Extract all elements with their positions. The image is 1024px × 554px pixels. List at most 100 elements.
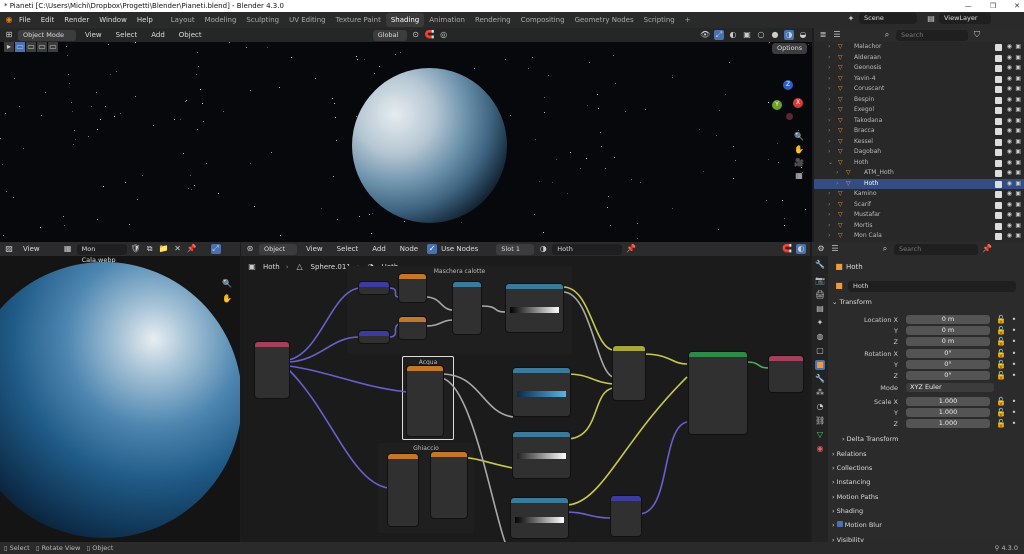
image-menu-view[interactable]: View — [18, 245, 45, 253]
delta-transform-section[interactable]: › Delta Transform — [842, 435, 898, 443]
eye-icon[interactable]: ◉ — [1007, 189, 1012, 200]
outliner-item[interactable]: › ▽ Bracca ◉ ▣ — [814, 126, 1024, 137]
tab-texture-paint[interactable]: Texture Paint — [331, 13, 386, 27]
new-image-icon[interactable]: ⧉ — [145, 244, 155, 254]
expand-arrow-icon[interactable]: › — [828, 231, 830, 242]
outliner-item[interactable]: › ▽ Takodana ◉ ▣ — [814, 116, 1024, 127]
select-tool-icon[interactable]: ▸ — [4, 42, 14, 52]
outliner-editor-icon[interactable]: ≣ — [818, 30, 828, 40]
render-camera-icon[interactable]: ▣ — [1015, 231, 1021, 242]
render-camera-icon[interactable]: ▣ — [1015, 42, 1021, 53]
world-tab-icon[interactable]: ◍ — [815, 332, 825, 342]
constraints-tab-icon[interactable]: ⛓ — [815, 416, 825, 426]
options-button[interactable]: Options — [772, 43, 808, 54]
navigation-gizmo[interactable]: Z X Y — [764, 80, 808, 124]
tool-tab-icon[interactable]: 🔧 — [815, 260, 825, 270]
minimize-button[interactable]: — — [965, 0, 972, 12]
keyframe-dot-icon[interactable]: • — [1009, 349, 1019, 359]
select-box-icon[interactable]: ▭ — [15, 42, 25, 52]
node-color-ramp-ice[interactable] — [506, 284, 563, 332]
render-camera-icon[interactable]: ▣ — [1015, 116, 1021, 127]
viewport-3d[interactable]: ⊞ Object Mode View Select Add Object Glo… — [0, 28, 812, 242]
outliner-item[interactable]: › ▽ Mortis ◉ ▣ — [814, 221, 1024, 232]
perspective-toggle-icon[interactable]: ▦ — [794, 171, 804, 181]
keyframe-dot-icon[interactable]: • — [1009, 326, 1019, 336]
collections-section[interactable]: › Collections — [832, 464, 872, 472]
exclude-checkbox[interactable] — [995, 191, 1002, 198]
expand-arrow-icon[interactable]: › — [828, 95, 830, 106]
editor-type-3d-icon[interactable]: ⊞ — [4, 30, 14, 40]
solid-shading-icon[interactable]: ● — [770, 30, 780, 40]
keyframe-dot-icon[interactable]: • — [1009, 360, 1019, 370]
location-z-field[interactable]: 0 m — [906, 337, 990, 346]
outliner-item[interactable]: › ▽ Yavin-4 ◉ ▣ — [814, 74, 1024, 85]
shader-node-editor[interactable]: ⊛ Object View Select Add Node ✓ Use Node… — [241, 242, 810, 542]
object-tab-icon[interactable]: ■ — [815, 360, 825, 370]
render-camera-icon[interactable]: ▣ — [1015, 158, 1021, 169]
node-material-output[interactable] — [769, 356, 803, 392]
expand-arrow-icon[interactable]: › — [828, 147, 830, 158]
tab-geometry-nodes[interactable]: Geometry Nodes — [570, 13, 639, 27]
material-shading-icon[interactable]: ◑ — [784, 30, 794, 40]
eye-icon[interactable]: ◉ — [1007, 200, 1012, 211]
eye-icon[interactable]: ◉ — [1007, 116, 1012, 127]
gizmo-z-axis[interactable]: Z — [783, 80, 793, 90]
render-camera-icon[interactable]: ▣ — [1015, 84, 1021, 95]
xray-icon[interactable]: ▣ — [742, 30, 752, 40]
outliner-item[interactable]: › ▽ Hoth ◉ ▣ — [814, 178, 1024, 190]
expand-arrow-icon[interactable]: › — [828, 63, 830, 74]
eye-icon[interactable]: ◉ — [1007, 137, 1012, 148]
outliner-search-input[interactable]: Search — [896, 29, 968, 41]
outliner-item[interactable]: › ▽ ATM_Hoth ◉ ▣ — [814, 168, 1024, 179]
eye-icon[interactable]: ◉ — [1007, 84, 1012, 95]
outliner-item[interactable]: › ▽ Geonosis ◉ ▣ — [814, 63, 1024, 74]
maximize-button[interactable]: ❐ — [990, 0, 996, 12]
outliner-item[interactable]: › ▽ Alderaan ◉ ▣ — [814, 53, 1024, 64]
render-camera-icon[interactable]: ▣ — [1015, 126, 1021, 137]
eye-icon[interactable]: ◉ — [1007, 221, 1012, 232]
gizmo-y-axis[interactable]: Y — [772, 100, 782, 110]
node-gradient-texture-2[interactable] — [399, 317, 426, 339]
eye-icon[interactable]: ◉ — [1007, 42, 1012, 53]
outliner-item[interactable]: › ▽ Coruscant ◉ ▣ — [814, 84, 1024, 95]
node-mix-color[interactable] — [613, 346, 645, 400]
exclude-checkbox[interactable] — [995, 222, 1002, 230]
render-camera-icon[interactable]: ▣ — [1015, 168, 1021, 179]
motion-blur-section[interactable]: › Motion Blur — [832, 521, 882, 529]
lock-icon[interactable]: 🔓 — [996, 326, 1006, 336]
keyframe-dot-icon[interactable]: • — [1009, 397, 1019, 407]
render-camera-icon[interactable]: ▣ — [1015, 189, 1021, 200]
exclude-checkbox[interactable] — [995, 86, 1002, 93]
select-extend-icon[interactable]: ▭ — [26, 42, 36, 52]
exclude-checkbox[interactable] — [995, 128, 1002, 135]
node-principled-bsdf[interactable] — [689, 352, 747, 434]
eye-icon[interactable]: ◉ — [1007, 126, 1012, 137]
node-mapping-2[interactable] — [359, 331, 389, 343]
expand-arrow-icon[interactable]: › — [828, 137, 830, 148]
node-noise-texture-water[interactable] — [407, 366, 443, 436]
expand-arrow-icon[interactable]: › — [828, 84, 830, 95]
expand-arrow-icon[interactable]: › — [836, 179, 838, 190]
eye-icon[interactable]: ◉ — [1007, 158, 1012, 169]
keyframe-dot-icon[interactable]: • — [1009, 371, 1019, 381]
lock-icon[interactable]: 🔓 — [996, 337, 1006, 347]
expand-arrow-icon[interactable]: › — [836, 168, 838, 179]
lock-icon[interactable]: 🔓 — [996, 408, 1006, 418]
eye-icon[interactable]: ◉ — [1007, 95, 1012, 106]
output-tab-icon[interactable]: 🖨 — [815, 290, 825, 300]
exclude-checkbox[interactable] — [995, 65, 1002, 72]
exclude-checkbox[interactable] — [995, 138, 1002, 146]
tab-rendering[interactable]: Rendering — [470, 13, 516, 27]
data-tab-icon[interactable]: ▽ — [815, 430, 825, 440]
rendered-shading-icon[interactable]: ◒ — [798, 30, 808, 40]
properties-search-input[interactable]: Search — [894, 243, 978, 255]
render-camera-icon[interactable]: ▣ — [1015, 53, 1021, 64]
relations-section[interactable]: › Relations — [832, 450, 867, 458]
expand-arrow-icon[interactable]: › — [828, 42, 830, 53]
visibility-icon[interactable]: 👁 — [700, 30, 710, 40]
node-math[interactable] — [453, 282, 481, 334]
exclude-checkbox[interactable] — [995, 212, 1002, 219]
motion-paths-section[interactable]: › Motion Paths — [832, 493, 878, 501]
menu-help[interactable]: Help — [132, 16, 158, 24]
lock-icon[interactable]: 🔓 — [996, 360, 1006, 370]
